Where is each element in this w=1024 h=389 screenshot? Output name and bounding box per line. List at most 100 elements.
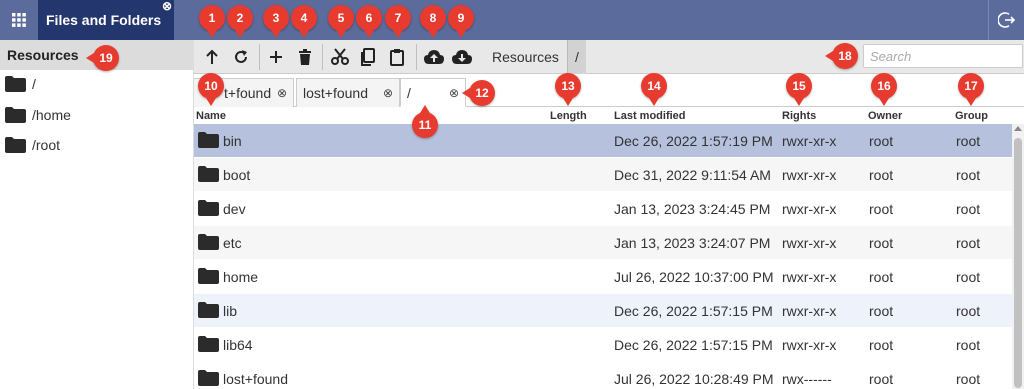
- annotation-marker-4: 4: [291, 5, 317, 38]
- annotation-marker-7: 7: [385, 5, 411, 38]
- up-arrow-icon: [206, 49, 218, 64]
- tab-lost-found[interactable]: lost+found ⊗: [296, 78, 400, 107]
- cut-button[interactable]: [328, 45, 352, 69]
- tab-close-icon[interactable]: ⊗: [383, 86, 393, 100]
- download-button[interactable]: [450, 45, 474, 69]
- row-modified: Jan 13, 2023 3:24:45 PM: [614, 201, 771, 217]
- search-placeholder: Search: [870, 48, 912, 64]
- table-row[interactable]: boot Dec 31, 2022 9:11:54 AM rwxr-xr-x r…: [194, 158, 1012, 192]
- annotation-marker-10: 10: [198, 73, 224, 106]
- annotation-marker-11: 11: [412, 105, 438, 138]
- scroll-up-arrow-icon[interactable]: [1014, 126, 1022, 131]
- table-row[interactable]: lib Dec 26, 2022 1:57:15 PM rwxr-xr-x ro…: [194, 294, 1012, 328]
- row-group: root: [956, 167, 981, 183]
- row-rights: rwxr-xr-x: [782, 235, 837, 251]
- annotation-marker-9: 9: [448, 5, 474, 38]
- folder-icon: [198, 132, 219, 148]
- column-length[interactable]: Length: [550, 110, 587, 122]
- table-row[interactable]: home Jul 26, 2022 10:37:00 PM rwxr-xr-x …: [194, 260, 1012, 294]
- table-row[interactable]: dev Jan 13, 2023 3:24:45 PM rwxr-xr-x ro…: [194, 192, 1012, 226]
- logout-button[interactable]: [988, 0, 1024, 40]
- column-name[interactable]: Name: [196, 110, 226, 122]
- tree-item-root[interactable]: /: [5, 76, 36, 92]
- column-last-modified[interactable]: Last modified: [614, 110, 686, 122]
- folder-icon: [5, 76, 26, 92]
- row-modified: Dec 26, 2022 1:57:15 PM: [614, 337, 773, 353]
- row-owner: root: [869, 337, 894, 353]
- row-rights: rwxr-xr-x: [782, 201, 837, 217]
- breadcrumb-resources[interactable]: Resources: [486, 40, 565, 74]
- breadcrumb-root[interactable]: /: [567, 40, 586, 74]
- copy-button[interactable]: [356, 45, 380, 69]
- row-name: lib: [223, 303, 238, 319]
- row-group: root: [956, 371, 981, 387]
- tab-close-icon[interactable]: ⊗: [449, 86, 459, 100]
- top-bar: Files and Folders ⊗: [0, 0, 1024, 40]
- breadcrumb-resources-label: Resources: [492, 49, 559, 65]
- row-owner: root: [869, 167, 894, 183]
- row-owner: root: [869, 235, 894, 251]
- annotation-marker-2: 2: [227, 5, 253, 38]
- row-rights: rwx------: [782, 371, 832, 387]
- row-rights: rwxr-xr-x: [782, 337, 837, 353]
- search-input[interactable]: Search: [863, 44, 1023, 68]
- app-tab-files-and-folders[interactable]: Files and Folders ⊗: [38, 0, 174, 40]
- paste-button[interactable]: [385, 45, 409, 69]
- row-modified: Dec 31, 2022 9:11:54 AM: [614, 167, 771, 183]
- row-group: root: [956, 235, 981, 251]
- row-group: root: [956, 337, 981, 353]
- row-modified: Jul 26, 2022 10:28:49 PM: [614, 371, 774, 387]
- scroll-thumb[interactable]: [1014, 138, 1022, 388]
- row-owner: root: [869, 201, 894, 217]
- row-name: bin: [223, 133, 242, 149]
- apps-grid-button[interactable]: [0, 0, 38, 40]
- row-rights: rwxr-xr-x: [782, 269, 837, 285]
- logout-icon: [997, 12, 1015, 28]
- row-modified: Jul 26, 2022 10:37:00 PM: [614, 269, 774, 285]
- refresh-icon: [235, 50, 247, 63]
- refresh-button[interactable]: [229, 45, 253, 69]
- annotation-marker-18: 18: [825, 43, 858, 69]
- tree-item-home[interactable]: /home: [5, 107, 71, 123]
- row-group: root: [956, 303, 981, 319]
- row-name: etc: [223, 235, 242, 251]
- vertical-scrollbar[interactable]: [1012, 124, 1024, 389]
- row-owner: root: [869, 133, 894, 149]
- column-rights[interactable]: Rights: [782, 110, 816, 122]
- annotation-marker-5: 5: [328, 5, 354, 38]
- column-owner[interactable]: Owner: [868, 110, 902, 122]
- row-modified: Dec 26, 2022 1:57:15 PM: [614, 303, 773, 319]
- table-row[interactable]: lib64 Dec 26, 2022 1:57:15 PM rwxr-xr-x …: [194, 328, 1012, 362]
- row-owner: root: [869, 371, 894, 387]
- row-name: lib64: [223, 337, 253, 353]
- annotation-marker-14: 14: [641, 73, 667, 106]
- new-button[interactable]: [264, 45, 288, 69]
- table-row[interactable]: etc Jan 13, 2023 3:24:07 PM rwxr-xr-x ro…: [194, 226, 1012, 260]
- table-row[interactable]: lost+found Jul 26, 2022 10:28:49 PM rwx-…: [194, 362, 1012, 389]
- trash-icon: [299, 49, 311, 65]
- breadcrumb-root-label: /: [575, 49, 579, 65]
- download-icon: [452, 50, 472, 64]
- row-rights: rwxr-xr-x: [782, 303, 837, 319]
- table-row[interactable]: bin Dec 26, 2022 1:57:19 PM rwxr-xr-x ro…: [194, 124, 1012, 158]
- annotation-marker-6: 6: [356, 5, 382, 38]
- up-button[interactable]: [200, 45, 224, 69]
- tab-root[interactable]: / ⊗: [400, 78, 466, 107]
- resources-panel: Resources / /home /root: [0, 40, 194, 389]
- upload-button[interactable]: [422, 45, 446, 69]
- annotation-marker-3: 3: [263, 5, 289, 38]
- annotation-marker-16: 16: [871, 73, 897, 106]
- app-tab-close-icon[interactable]: ⊗: [162, 0, 172, 12]
- column-group[interactable]: Group: [955, 110, 988, 122]
- copy-icon: [361, 48, 375, 66]
- tab-close-icon[interactable]: ⊗: [277, 86, 287, 100]
- tree-item-root-dir[interactable]: /root: [5, 137, 60, 153]
- toolbar-separator: [259, 44, 260, 70]
- folder-icon: [198, 200, 219, 216]
- delete-button[interactable]: [293, 45, 317, 69]
- folder-icon: [198, 336, 219, 352]
- folder-icon: [5, 137, 26, 153]
- row-owner: root: [869, 269, 894, 285]
- tree-item-label: /: [32, 76, 36, 92]
- folder-tabs: t+found ⊗ lost+found ⊗ / ⊗: [194, 75, 1024, 107]
